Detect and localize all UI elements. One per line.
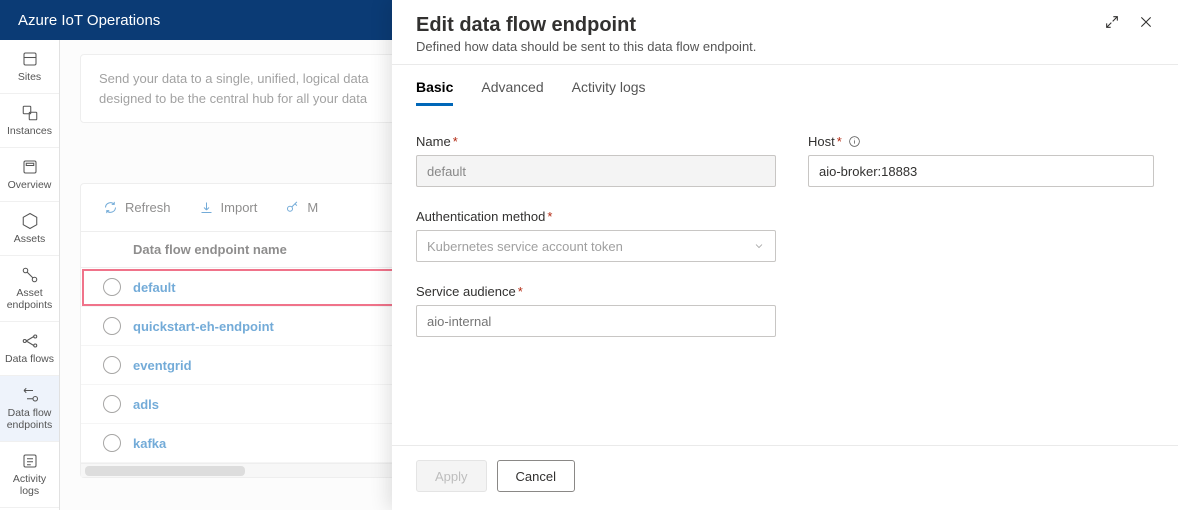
rail-label: Data flows [5,353,54,365]
import-label: Import [221,200,258,215]
audience-label: Service audience* [416,284,776,299]
rail-label: Activity logs [2,473,57,497]
field-name: Name* [416,134,776,187]
endpoint-link[interactable]: adls [133,397,159,412]
rail-label: Overview [8,179,52,191]
expand-icon[interactable] [1104,14,1120,30]
scrollbar-thumb[interactable] [85,466,245,476]
instances-icon [21,104,39,122]
auth-label: Authentication method* [416,209,776,224]
tab-advanced[interactable]: Advanced [481,79,543,106]
row-radio[interactable] [103,395,121,413]
cancel-button[interactable]: Cancel [497,460,575,492]
refresh-button[interactable]: Refresh [103,200,171,215]
name-input [416,155,776,187]
import-button[interactable]: Import [199,200,258,215]
panel-subtitle: Defined how data should be sent to this … [416,39,756,54]
row-radio[interactable] [103,317,121,335]
rail-item-assets[interactable]: Assets [0,202,59,256]
form: Name* Host* Authentication method* Kuber… [392,124,1178,337]
chevron-down-icon [753,240,765,252]
endpoint-link[interactable]: kafka [133,436,166,451]
rail-item-data-flow-endpoints[interactable]: Data flow endpoints [0,376,59,442]
panel-actions [1104,14,1154,30]
close-icon[interactable] [1138,14,1154,30]
tabs: Basic Advanced Activity logs [392,65,1178,106]
info-icon[interactable] [845,134,861,149]
row-radio[interactable] [103,434,121,452]
rail-label: Data flow endpoints [2,407,57,431]
rail-label: Instances [7,125,52,137]
rail-item-data-flows[interactable]: Data flows [0,322,59,376]
field-host: Host* [808,134,1154,187]
manage-button[interactable]: M [285,200,318,215]
rail-item-activity-logs[interactable]: Activity logs [0,442,59,508]
site-icon [21,50,39,68]
table-header-name: Data flow endpoint name [133,242,287,257]
tab-basic[interactable]: Basic [416,79,453,106]
activity-logs-icon [21,452,39,470]
host-input[interactable] [808,155,1154,187]
row-radio[interactable] [103,356,121,374]
rail-item-overview[interactable]: Overview [0,148,59,202]
rail-item-sites[interactable]: Sites [0,40,59,94]
field-auth: Authentication method* Kubernetes servic… [416,209,776,262]
rail-label: Asset endpoints [2,287,57,311]
name-label: Name* [416,134,776,149]
tab-activity-logs[interactable]: Activity logs [572,79,646,106]
row-radio[interactable] [103,278,121,296]
field-audience: Service audience* [416,284,776,337]
left-nav-rail: Sites Instances Overview Assets Asset en… [0,40,60,510]
refresh-label: Refresh [125,200,171,215]
panel-footer: Apply Cancel [392,445,1178,510]
overview-icon [21,158,39,176]
top-bar-title: Azure IoT Operations [18,12,160,29]
host-label: Host* [808,134,1154,149]
endpoint-link[interactable]: eventgrid [133,358,192,373]
key-icon [285,200,300,215]
rail-item-asset-endpoints[interactable]: Asset endpoints [0,256,59,322]
assets-icon [21,212,39,230]
import-icon [199,200,214,215]
apply-button: Apply [416,460,487,492]
panel-header: Edit data flow endpoint Defined how data… [392,0,1178,65]
data-flows-icon [21,332,39,350]
asset-endpoints-icon [21,266,39,284]
manage-label: M [307,200,318,215]
data-flow-endpoints-icon [21,386,39,404]
endpoint-link[interactable]: default [133,280,176,295]
rail-item-instances[interactable]: Instances [0,94,59,148]
rail-label: Assets [14,233,46,245]
audience-input[interactable] [416,305,776,337]
auth-value: Kubernetes service account token [427,239,623,254]
edit-panel: Edit data flow endpoint Defined how data… [392,0,1178,510]
auth-select[interactable]: Kubernetes service account token [416,230,776,262]
endpoint-link[interactable]: quickstart-eh-endpoint [133,319,274,334]
refresh-icon [103,200,118,215]
rail-label: Sites [18,71,41,83]
panel-title: Edit data flow endpoint [416,14,756,37]
